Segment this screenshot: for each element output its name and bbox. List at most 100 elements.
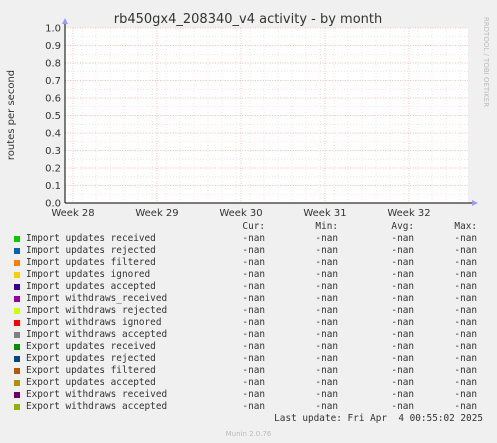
legend-swatch [14, 380, 20, 386]
y-tick-label: 0.3 [45, 146, 61, 157]
legend-avg: -nan [391, 401, 414, 412]
legend-avg: -nan [391, 377, 414, 388]
legend-series-name: Import withdraws accepted [26, 329, 168, 340]
y-tick-label: 0.6 [45, 94, 61, 105]
chart-title: rb450gx4_208340_v4 activity - by month [114, 12, 383, 27]
last-update: Last update: Fri Apr 4 00:55:02 2025 [274, 413, 483, 424]
legend-swatch [14, 236, 20, 242]
legend-min: -nan [315, 341, 338, 352]
y-tick-label: 0.2 [45, 164, 61, 175]
legend-avg: -nan [391, 389, 414, 400]
legend-series-name: Export updates filtered [26, 365, 156, 376]
legend-avg: -nan [391, 365, 414, 376]
legend-series-name: Export withdraws accepted [26, 401, 168, 412]
y-tick-label: 0.8 [45, 59, 61, 70]
legend-max: -nan [454, 269, 477, 280]
legend-series-name: Import updates rejected [26, 245, 156, 256]
x-tick-labels: Week 28 Week 29 Week 30 Week 31 Week 32 [51, 208, 430, 219]
legend-min: -nan [315, 233, 338, 244]
legend-swatch [14, 248, 20, 254]
legend-cur: -nan [242, 353, 265, 364]
legend-row: Import updates ignored -nan -nan -nan -nan [12, 269, 487, 281]
legend-swatch [14, 356, 20, 362]
header-max: Max: [454, 221, 477, 232]
legend-swatch [14, 320, 20, 326]
legend-avg: -nan [391, 281, 414, 292]
legend-swatch [14, 296, 20, 302]
legend-row: Import withdraws_received -nan -nan -nan -na… [12, 293, 487, 305]
legend-row: Export updates accepted -nan -nan -nan -nan [12, 377, 487, 389]
legend-row: Export updates rejected -nan -nan -nan -nan [12, 353, 487, 365]
legend-avg: -nan [391, 341, 414, 352]
legend-avg: -nan [391, 269, 414, 280]
x-tick-label: Week 28 [51, 208, 94, 219]
legend-avg: -nan [391, 317, 414, 328]
legend-min: -nan [315, 269, 338, 280]
legend-max: -nan [454, 293, 477, 304]
legend-row: Import updates accepted -nan -nan -nan -nan [12, 281, 487, 293]
legend-series-name: Import updates ignored [26, 269, 151, 280]
legend-max: -nan [454, 365, 477, 376]
legend-row: Import updates filtered -nan -nan -nan -nan [12, 257, 487, 269]
legend-series-name: Export updates rejected [26, 353, 156, 364]
legend-max: -nan [454, 353, 477, 364]
x-axis-arrow-icon [472, 200, 478, 206]
legend-min: -nan [315, 389, 338, 400]
legend-min: -nan [315, 401, 338, 412]
legend-series-name: Export updates accepted [26, 377, 156, 388]
legend-cur: -nan [242, 305, 265, 316]
legend-avg: -nan [391, 353, 414, 364]
legend-avg: -nan [391, 233, 414, 244]
legend-max: -nan [454, 317, 477, 328]
legend-avg: -nan [391, 257, 414, 268]
legend-avg: -nan [391, 329, 414, 340]
y-tick-label: 0.1 [45, 181, 61, 192]
header-cur: Cur: [242, 221, 265, 232]
header-avg: Avg: [391, 221, 414, 232]
legend-avg: -nan [391, 245, 414, 256]
legend-row: Import updates rejected -nan -nan -nan -nan [12, 245, 487, 257]
x-tick-label: Week 32 [387, 208, 430, 219]
y-tick-label: 0.4 [45, 129, 61, 140]
legend-cur: -nan [242, 233, 265, 244]
header-min: Min: [315, 221, 338, 232]
legend-cur: -nan [242, 245, 265, 256]
legend-cur: -nan [242, 281, 265, 292]
legend-max: -nan [454, 341, 477, 352]
legend-avg: -nan [391, 293, 414, 304]
legend-cur: -nan [242, 341, 265, 352]
legend-max: -nan [454, 401, 477, 412]
legend-min: -nan [315, 353, 338, 364]
legend-min: -nan [315, 305, 338, 316]
legend-header: Cur: Min: Avg: Max: [12, 221, 487, 233]
legend-swatch [14, 308, 20, 314]
munin-version: Munin 2.0.76 [225, 430, 272, 438]
legend-series-name: Import withdraws_received [26, 293, 168, 304]
legend-series-name: Import updates accepted [26, 281, 156, 292]
legend-max: -nan [454, 233, 477, 244]
legend-min: -nan [315, 293, 338, 304]
legend-cur: -nan [242, 329, 265, 340]
y-axis-label: routes per second [6, 70, 17, 160]
y-axis-arrow-icon [62, 18, 68, 24]
y-tick-labels: 0.00.10.20.30.40.50.60.70.80.91.0 [45, 24, 61, 210]
legend-max: -nan [454, 377, 477, 388]
legend-cur: -nan [242, 269, 265, 280]
legend-row: Export withdraws received -nan -nan -nan -na… [12, 389, 487, 401]
legend-cur: -nan [242, 401, 265, 412]
legend-min: -nan [315, 245, 338, 256]
legend-avg: -nan [391, 305, 414, 316]
legend-max: -nan [454, 245, 477, 256]
legend-max: -nan [454, 329, 477, 340]
legend-cur: -nan [242, 389, 265, 400]
legend-max: -nan [454, 257, 477, 268]
legend-min: -nan [315, 281, 338, 292]
legend: Cur: Min: Avg: Max: Import updates recei… [12, 221, 487, 413]
legend-series-name: Export withdraws received [26, 389, 168, 400]
legend-row: Export updates received -nan -nan -nan -nan [12, 341, 487, 353]
legend-min: -nan [315, 257, 338, 268]
legend-row: Import withdraws ignored -nan -nan -nan -nan [12, 317, 487, 329]
legend-min: -nan [315, 365, 338, 376]
legend-swatch [14, 284, 20, 290]
legend-row: Import withdraws accepted -nan -nan -nan -na… [12, 329, 487, 341]
